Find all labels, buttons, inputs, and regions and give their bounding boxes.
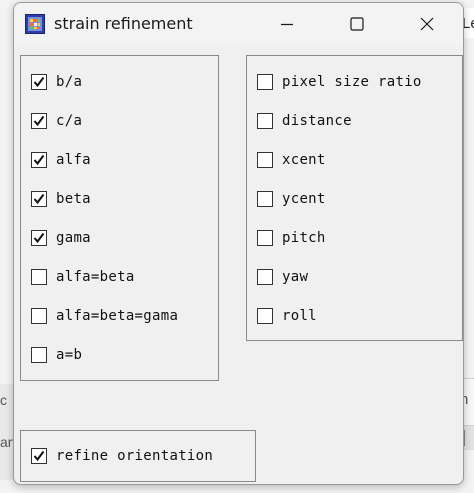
lattice-parameters-group: b/a c/a alfa beta gama alfa=beta alfa=be… bbox=[20, 55, 219, 381]
checkbox-box[interactable] bbox=[257, 230, 273, 246]
checkbox-box[interactable] bbox=[31, 269, 47, 285]
checkbox-a-eq-b[interactable]: a=b bbox=[31, 345, 82, 365]
checkbox-label: distance bbox=[282, 113, 352, 129]
close-icon bbox=[420, 17, 434, 31]
maximize-icon bbox=[350, 17, 364, 31]
checkbox-alfa-eq-beta[interactable]: alfa=beta bbox=[31, 267, 135, 287]
checkbox-label: gama bbox=[56, 230, 91, 246]
checkbox-box[interactable] bbox=[257, 308, 273, 324]
checkbox-label: c/a bbox=[56, 113, 83, 129]
checkbox-label: pitch bbox=[282, 230, 326, 246]
checkbox-box[interactable] bbox=[31, 230, 47, 246]
checkbox-label: refine orientation bbox=[56, 448, 214, 464]
checkbox-box[interactable] bbox=[257, 269, 273, 285]
checkbox-c-over-a[interactable]: c/a bbox=[31, 111, 82, 131]
minimize-icon bbox=[281, 23, 293, 26]
checkbox-box[interactable] bbox=[31, 74, 47, 90]
checkbox-b-over-a[interactable]: b/a bbox=[31, 72, 82, 92]
checkbox-box[interactable] bbox=[31, 113, 47, 129]
checkbox-label: a=b bbox=[56, 347, 83, 363]
checkbox-box[interactable] bbox=[31, 347, 47, 363]
checkbox-beta[interactable]: beta bbox=[31, 189, 91, 209]
strain-refinement-window: strain refinement b/a c/a alfa beta gama… bbox=[13, 2, 464, 485]
checkmark-icon bbox=[33, 115, 45, 127]
grid-app-icon bbox=[25, 14, 45, 34]
checkbox-label: yaw bbox=[282, 269, 309, 285]
geometry-parameters-group: pixel size ratio distance xcent ycent pi… bbox=[246, 55, 463, 341]
checkbox-refine-orientation[interactable]: refine orientation bbox=[31, 446, 213, 466]
checkbox-label: alfa=beta=gama bbox=[56, 308, 179, 324]
title-bar[interactable]: strain refinement bbox=[14, 3, 463, 45]
checkmark-icon bbox=[33, 450, 45, 462]
checkbox-label: xcent bbox=[282, 152, 326, 168]
checkbox-pixel-size-ratio[interactable]: pixel size ratio bbox=[257, 72, 422, 92]
checkbox-label: alfa=beta bbox=[56, 269, 135, 285]
checkbox-box[interactable] bbox=[257, 74, 273, 90]
maximize-button[interactable] bbox=[334, 3, 380, 45]
minimize-button[interactable] bbox=[264, 3, 310, 45]
checkbox-roll[interactable]: roll bbox=[257, 306, 317, 326]
checkmark-icon bbox=[33, 193, 45, 205]
checkbox-yaw[interactable]: yaw bbox=[257, 267, 308, 287]
checkmark-icon bbox=[33, 76, 45, 88]
checkmark-icon bbox=[33, 232, 45, 244]
checkbox-label: alfa bbox=[56, 152, 91, 168]
checkbox-label: pixel size ratio bbox=[282, 74, 422, 90]
window-title: strain refinement bbox=[54, 14, 193, 33]
checkbox-box[interactable] bbox=[257, 191, 273, 207]
background-text: c bbox=[0, 392, 7, 408]
checkbox-box[interactable] bbox=[31, 191, 47, 207]
checkbox-ycent[interactable]: ycent bbox=[257, 189, 326, 209]
checkbox-gama[interactable]: gama bbox=[31, 228, 91, 248]
checkmark-icon bbox=[33, 154, 45, 166]
checkbox-box[interactable] bbox=[31, 152, 47, 168]
checkbox-box[interactable] bbox=[31, 308, 47, 324]
checkbox-label: ycent bbox=[282, 191, 326, 207]
checkbox-label: beta bbox=[56, 191, 91, 207]
checkbox-alfa-eq-beta-eq-gama[interactable]: alfa=beta=gama bbox=[31, 306, 178, 326]
checkbox-xcent[interactable]: xcent bbox=[257, 150, 326, 170]
checkbox-box[interactable] bbox=[257, 113, 273, 129]
close-button[interactable] bbox=[404, 3, 450, 45]
background-window-fragment: c an bbox=[0, 384, 16, 480]
orientation-group: refine orientation bbox=[20, 430, 256, 482]
checkbox-alfa[interactable]: alfa bbox=[31, 150, 91, 170]
checkbox-box[interactable] bbox=[31, 448, 47, 464]
checkbox-distance[interactable]: distance bbox=[257, 111, 352, 131]
checkbox-pitch[interactable]: pitch bbox=[257, 228, 326, 248]
checkbox-label: b/a bbox=[56, 74, 83, 90]
checkbox-label: roll bbox=[282, 308, 317, 324]
checkbox-box[interactable] bbox=[257, 152, 273, 168]
